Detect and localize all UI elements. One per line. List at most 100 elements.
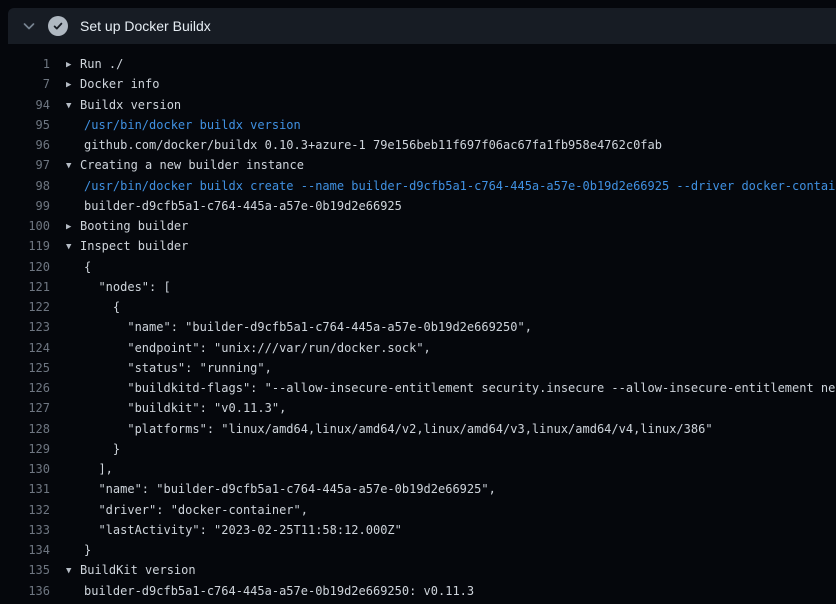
log-viewer: Set up Docker Buildx 1 ▶Run ./ 7 ▶Docker…: [0, 0, 836, 604]
line-number[interactable]: 129: [0, 442, 50, 462]
line-content: "buildkit": "v0.11.3",: [66, 401, 836, 421]
line-content: }: [66, 543, 836, 563]
log-text: ],: [84, 462, 113, 476]
log-group-row[interactable]: 94 ▼Buildx version: [0, 98, 836, 118]
log-line: 98 /usr/bin/docker buildx create --name …: [0, 179, 836, 199]
log-text: builder-d9cfb5a1-c764-445a-a57e-0b19d2e6…: [84, 584, 474, 598]
line-content: {: [66, 300, 836, 320]
line-number[interactable]: 132: [0, 503, 50, 523]
log-text: "platforms": "linux/amd64,linux/amd64/v2…: [84, 422, 713, 436]
line-content: "platforms": "linux/amd64,linux/amd64/v2…: [66, 422, 836, 442]
line-number[interactable]: 127: [0, 401, 50, 421]
log-text: "name": "builder-d9cfb5a1-c764-445a-a57e…: [84, 482, 496, 496]
log-text: BuildKit version: [80, 563, 196, 577]
line-content: "buildkitd-flags": "--allow-insecure-ent…: [66, 381, 836, 401]
line-number[interactable]: 99: [0, 199, 50, 219]
line-content: ▼Inspect builder: [66, 239, 836, 259]
line-number[interactable]: 121: [0, 280, 50, 300]
log-line: 121 "nodes": [: [0, 280, 836, 300]
log-line: 99 builder-d9cfb5a1-c764-445a-a57e-0b19d…: [0, 199, 836, 219]
log-line: 126 "buildkitd-flags": "--allow-insecure…: [0, 381, 836, 401]
line-number[interactable]: 122: [0, 300, 50, 320]
log-line: 132 "driver": "docker-container",: [0, 503, 836, 523]
log-line: 133 "lastActivity": "2023-02-25T11:58:12…: [0, 523, 836, 543]
log-group-row[interactable]: 1 ▶Run ./: [0, 57, 836, 77]
line-number[interactable]: 100: [0, 219, 50, 239]
line-number[interactable]: 95: [0, 118, 50, 138]
line-number[interactable]: 126: [0, 381, 50, 401]
log-group-row[interactable]: 100 ▶Booting builder: [0, 219, 836, 239]
log-line: 127 "buildkit": "v0.11.3",: [0, 401, 836, 421]
line-number[interactable]: 124: [0, 341, 50, 361]
triangle-expanded-icon[interactable]: ▼: [66, 566, 80, 576]
line-number[interactable]: 135: [0, 563, 50, 583]
line-number[interactable]: 136: [0, 584, 50, 604]
line-number[interactable]: 98: [0, 179, 50, 199]
chevron-down-icon[interactable]: [21, 18, 37, 34]
log-text: {: [84, 260, 91, 274]
line-content: "name": "builder-d9cfb5a1-c764-445a-a57e…: [66, 320, 836, 340]
log-text: }: [84, 442, 120, 456]
line-number[interactable]: 119: [0, 239, 50, 259]
log-line: 128 "platforms": "linux/amd64,linux/amd6…: [0, 422, 836, 442]
check-circle-icon: [48, 16, 68, 36]
line-number[interactable]: 125: [0, 361, 50, 381]
line-number[interactable]: 128: [0, 422, 50, 442]
line-content: builder-d9cfb5a1-c764-445a-a57e-0b19d2e6…: [66, 199, 836, 219]
triangle-collapsed-icon[interactable]: ▶: [66, 60, 80, 70]
log-text: Creating a new builder instance: [80, 158, 304, 172]
line-number[interactable]: 97: [0, 158, 50, 178]
triangle-expanded-icon[interactable]: ▼: [66, 101, 80, 111]
log-text: }: [84, 543, 91, 557]
line-content: }: [66, 442, 836, 462]
line-content: /usr/bin/docker buildx create --name bui…: [66, 179, 836, 199]
log-text: Run ./: [80, 57, 123, 71]
log-group-row[interactable]: 119 ▼Inspect builder: [0, 239, 836, 259]
triangle-collapsed-icon[interactable]: ▶: [66, 222, 80, 232]
line-content: ],: [66, 462, 836, 482]
log-text: "nodes": [: [84, 280, 171, 294]
line-content: "status": "running",: [66, 361, 836, 381]
line-number[interactable]: 120: [0, 260, 50, 280]
line-number[interactable]: 1: [0, 57, 50, 77]
line-content: ▼BuildKit version: [66, 563, 836, 583]
log-group-row[interactable]: 7 ▶Docker info: [0, 77, 836, 97]
line-number[interactable]: 130: [0, 462, 50, 482]
line-number[interactable]: 134: [0, 543, 50, 563]
log-line: 120 {: [0, 260, 836, 280]
line-content: ▼Buildx version: [66, 98, 836, 118]
line-number[interactable]: 123: [0, 320, 50, 340]
log-text: "buildkitd-flags": "--allow-insecure-ent…: [84, 381, 836, 395]
line-content: "driver": "docker-container",: [66, 503, 836, 523]
log-text: /usr/bin/docker buildx version: [84, 118, 301, 132]
log-line: 125 "status": "running",: [0, 361, 836, 381]
log-line: 136 builder-d9cfb5a1-c764-445a-a57e-0b19…: [0, 584, 836, 604]
log-text: "name": "builder-d9cfb5a1-c764-445a-a57e…: [84, 320, 532, 334]
log-group-row[interactable]: 135 ▼BuildKit version: [0, 563, 836, 583]
log-group-row[interactable]: 97 ▼Creating a new builder instance: [0, 158, 836, 178]
line-number[interactable]: 131: [0, 482, 50, 502]
log-lines: 1 ▶Run ./ 7 ▶Docker info 94 ▼Buildx vers…: [0, 44, 836, 604]
triangle-collapsed-icon[interactable]: ▶: [66, 80, 80, 90]
triangle-expanded-icon[interactable]: ▼: [66, 161, 80, 171]
line-content: {: [66, 260, 836, 280]
log-text: /usr/bin/docker buildx create --name bui…: [84, 179, 836, 193]
log-line: 124 "endpoint": "unix:///var/run/docker.…: [0, 341, 836, 361]
line-number[interactable]: 94: [0, 98, 50, 118]
line-number[interactable]: 96: [0, 138, 50, 158]
step-header[interactable]: Set up Docker Buildx: [8, 8, 836, 44]
triangle-expanded-icon[interactable]: ▼: [66, 242, 80, 252]
line-content: ▼Creating a new builder instance: [66, 158, 836, 178]
log-text: "driver": "docker-container",: [84, 503, 308, 517]
log-text: builder-d9cfb5a1-c764-445a-a57e-0b19d2e6…: [84, 199, 402, 213]
log-text: {: [84, 300, 120, 314]
line-number[interactable]: 7: [0, 77, 50, 97]
line-number[interactable]: 133: [0, 523, 50, 543]
log-line: 123 "name": "builder-d9cfb5a1-c764-445a-…: [0, 320, 836, 340]
log-text: Buildx version: [80, 98, 181, 112]
line-content: ▶Docker info: [66, 77, 836, 97]
line-content: "nodes": [: [66, 280, 836, 300]
log-text: Inspect builder: [80, 239, 188, 253]
log-text: "status": "running",: [84, 361, 272, 375]
line-content: builder-d9cfb5a1-c764-445a-a57e-0b19d2e6…: [66, 584, 836, 604]
